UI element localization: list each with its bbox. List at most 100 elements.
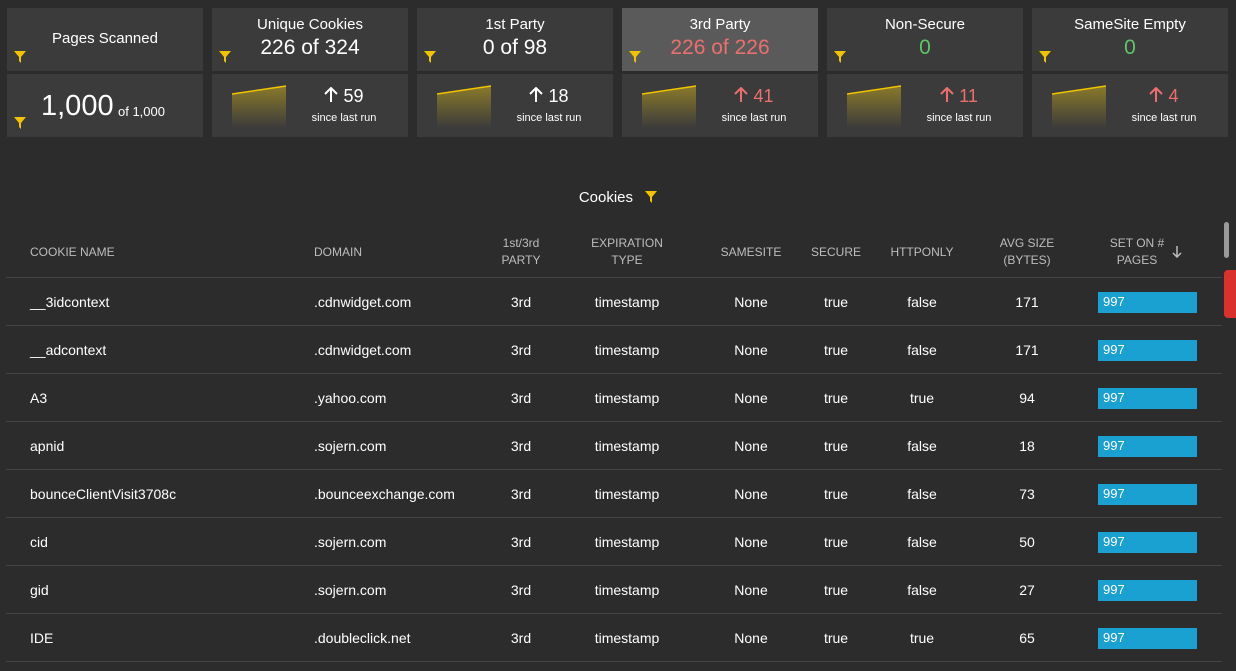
sort-down-icon[interactable] (1172, 246, 1182, 258)
column-header-party[interactable]: 1st/3rd PARTY (490, 226, 552, 278)
cookie-domain: .bounceexchange.com (314, 486, 455, 502)
non-secure-title: Non-Secure (884, 16, 966, 33)
unique-cookies-card[interactable]: Unique Cookies 226 of 324 (212, 8, 408, 71)
table-row[interactable]: __3idcontext .cdnwidget.com 3rd timestam… (6, 278, 1222, 326)
third-party-title: 3rd Party (689, 16, 751, 33)
column-header-domain[interactable]: DOMAIN (314, 226, 484, 278)
cookie-expiration: timestamp (594, 390, 660, 406)
cookie-name: cid (30, 534, 48, 550)
cookie-domain: .sojern.com (314, 534, 387, 550)
cookie-name: bounceClientVisit3708c (30, 486, 177, 502)
cookie-party: 3rd (510, 438, 532, 454)
since-last-run-label: since last run (926, 112, 992, 124)
cookie-avg-size: 50 (1019, 534, 1035, 550)
cookie-secure: true (823, 486, 849, 502)
samesite-empty-delta-value: 4 (1168, 86, 1179, 106)
column-header-cookie-name[interactable]: COOKIE NAME (30, 226, 300, 278)
funnel-icon[interactable] (629, 51, 641, 63)
table-row[interactable]: gid .sojern.com 3rd timestamp None true … (6, 566, 1222, 614)
cookie-secure: true (823, 534, 849, 550)
non-secure-trend-card[interactable]: 11 since last run (827, 74, 1023, 137)
cookie-httponly: false (907, 438, 937, 454)
up-arrow-icon (734, 87, 749, 102)
column-header-label: SECURE (810, 244, 861, 259)
cookie-httponly: false (907, 534, 937, 550)
feedback-side-tab[interactable] (1224, 270, 1236, 318)
pages-scanned-count-card[interactable]: 1,000 of 1,000 (7, 74, 203, 137)
table-row[interactable]: IDE .doubleclick.net 3rd timestamp None … (6, 614, 1222, 662)
funnel-icon[interactable] (1039, 51, 1051, 63)
funnel-icon[interactable] (14, 117, 26, 129)
column-header-label-line: PARTY (501, 253, 541, 267)
cookie-expiration: timestamp (594, 534, 660, 550)
column-header-label: EXPIRATION TYPE (591, 235, 663, 269)
cookie-party: 3rd (510, 294, 532, 310)
cookie-avg-size: 171 (1015, 294, 1039, 310)
cookie-samesite: None (734, 630, 768, 646)
up-arrow-icon (324, 87, 339, 102)
unique-cookies-value: 226 of 324 (260, 36, 360, 59)
column-header-avg-size[interactable]: AVG SIZE (BYTES) (990, 226, 1064, 278)
funnel-icon[interactable] (645, 191, 658, 204)
sparkline-icon (642, 85, 696, 128)
funnel-icon[interactable] (834, 51, 846, 63)
cookie-party: 3rd (510, 630, 532, 646)
column-header-httponly[interactable]: HTTPONLY (884, 226, 960, 278)
cookie-party: 3rd (510, 342, 532, 358)
sparkline-icon (847, 85, 901, 128)
column-header-label-line: PAGES (1116, 253, 1158, 267)
third-party-value: 226 of 226 (670, 36, 770, 59)
cookie-expiration: timestamp (594, 630, 660, 646)
up-arrow-icon (1149, 87, 1164, 102)
column-header-samesite[interactable]: SAMESITE (712, 226, 790, 278)
funnel-icon[interactable] (14, 51, 26, 63)
table-row[interactable]: cid .sojern.com 3rd timestamp None true … (6, 518, 1222, 566)
pages-scanned-total: of 1,000 (118, 104, 165, 119)
cookie-secure: true (823, 438, 849, 454)
first-party-trend-card[interactable]: 18 since last run (417, 74, 613, 137)
cookie-samesite: None (734, 534, 768, 550)
column-header-label: 1st/3rd PARTY (502, 235, 541, 269)
sparkline-icon (437, 85, 491, 128)
pages-scanned-title: Pages Scanned (52, 30, 158, 47)
column-header-expiration-type[interactable]: EXPIRATION TYPE (580, 226, 674, 278)
non-secure-delta: 11 (919, 86, 999, 107)
cookie-name: IDE (30, 630, 54, 646)
funnel-icon[interactable] (424, 51, 436, 63)
column-header-label-line: SET ON # (1109, 236, 1165, 250)
cookie-name: __adcontext (30, 342, 107, 358)
unique-cookies-trend-card[interactable]: 59 since last run (212, 74, 408, 137)
pages-scanned-card[interactable]: Pages Scanned (7, 8, 203, 71)
column-header-secure[interactable]: SECURE (806, 226, 866, 278)
pages-count-bar: 997 (1098, 436, 1197, 457)
non-secure-card[interactable]: Non-Secure 0 (827, 8, 1023, 71)
cookie-httponly: true (909, 390, 935, 406)
first-party-card[interactable]: 1st Party 0 of 98 (417, 8, 613, 71)
cookie-expiration: timestamp (594, 342, 660, 358)
cookie-avg-size: 73 (1019, 486, 1035, 502)
table-row[interactable]: apnid .sojern.com 3rd timestamp None tru… (6, 422, 1222, 470)
first-party-value: 0 of 98 (482, 36, 548, 59)
table-row[interactable]: __adcontext .cdnwidget.com 3rd timestamp… (6, 326, 1222, 374)
pages-scanned-value: 1,000 (41, 90, 114, 122)
third-party-card[interactable]: 3rd Party 226 of 226 (622, 8, 818, 71)
column-header-label: DOMAIN (314, 244, 362, 259)
funnel-icon[interactable] (219, 51, 231, 63)
cookie-party: 3rd (510, 582, 532, 598)
column-header-set-on-pages[interactable]: SET ON # PAGES (1094, 226, 1198, 278)
third-party-trend-card[interactable]: 41 since last run (622, 74, 818, 137)
table-scrollbar[interactable] (1224, 222, 1229, 258)
cookie-expiration: timestamp (594, 486, 660, 502)
cookie-samesite: None (734, 342, 768, 358)
cookie-domain: .cdnwidget.com (314, 294, 412, 310)
pages-count-bar: 997 (1098, 292, 1197, 313)
samesite-empty-trend-card[interactable]: 4 since last run (1032, 74, 1228, 137)
table-row[interactable]: A3 .yahoo.com 3rd timestamp None true tr… (6, 374, 1222, 422)
table-row[interactable]: bounceClientVisit3708c .bounceexchange.c… (6, 470, 1222, 518)
column-header-label-line: 1st/3rd (502, 236, 540, 250)
first-party-title: 1st Party (485, 16, 545, 33)
samesite-empty-card[interactable]: SameSite Empty 0 (1032, 8, 1228, 71)
pages-count-bar: 997 (1098, 628, 1197, 649)
cookie-httponly: false (907, 486, 937, 502)
cookie-name: __3idcontext (30, 294, 110, 310)
